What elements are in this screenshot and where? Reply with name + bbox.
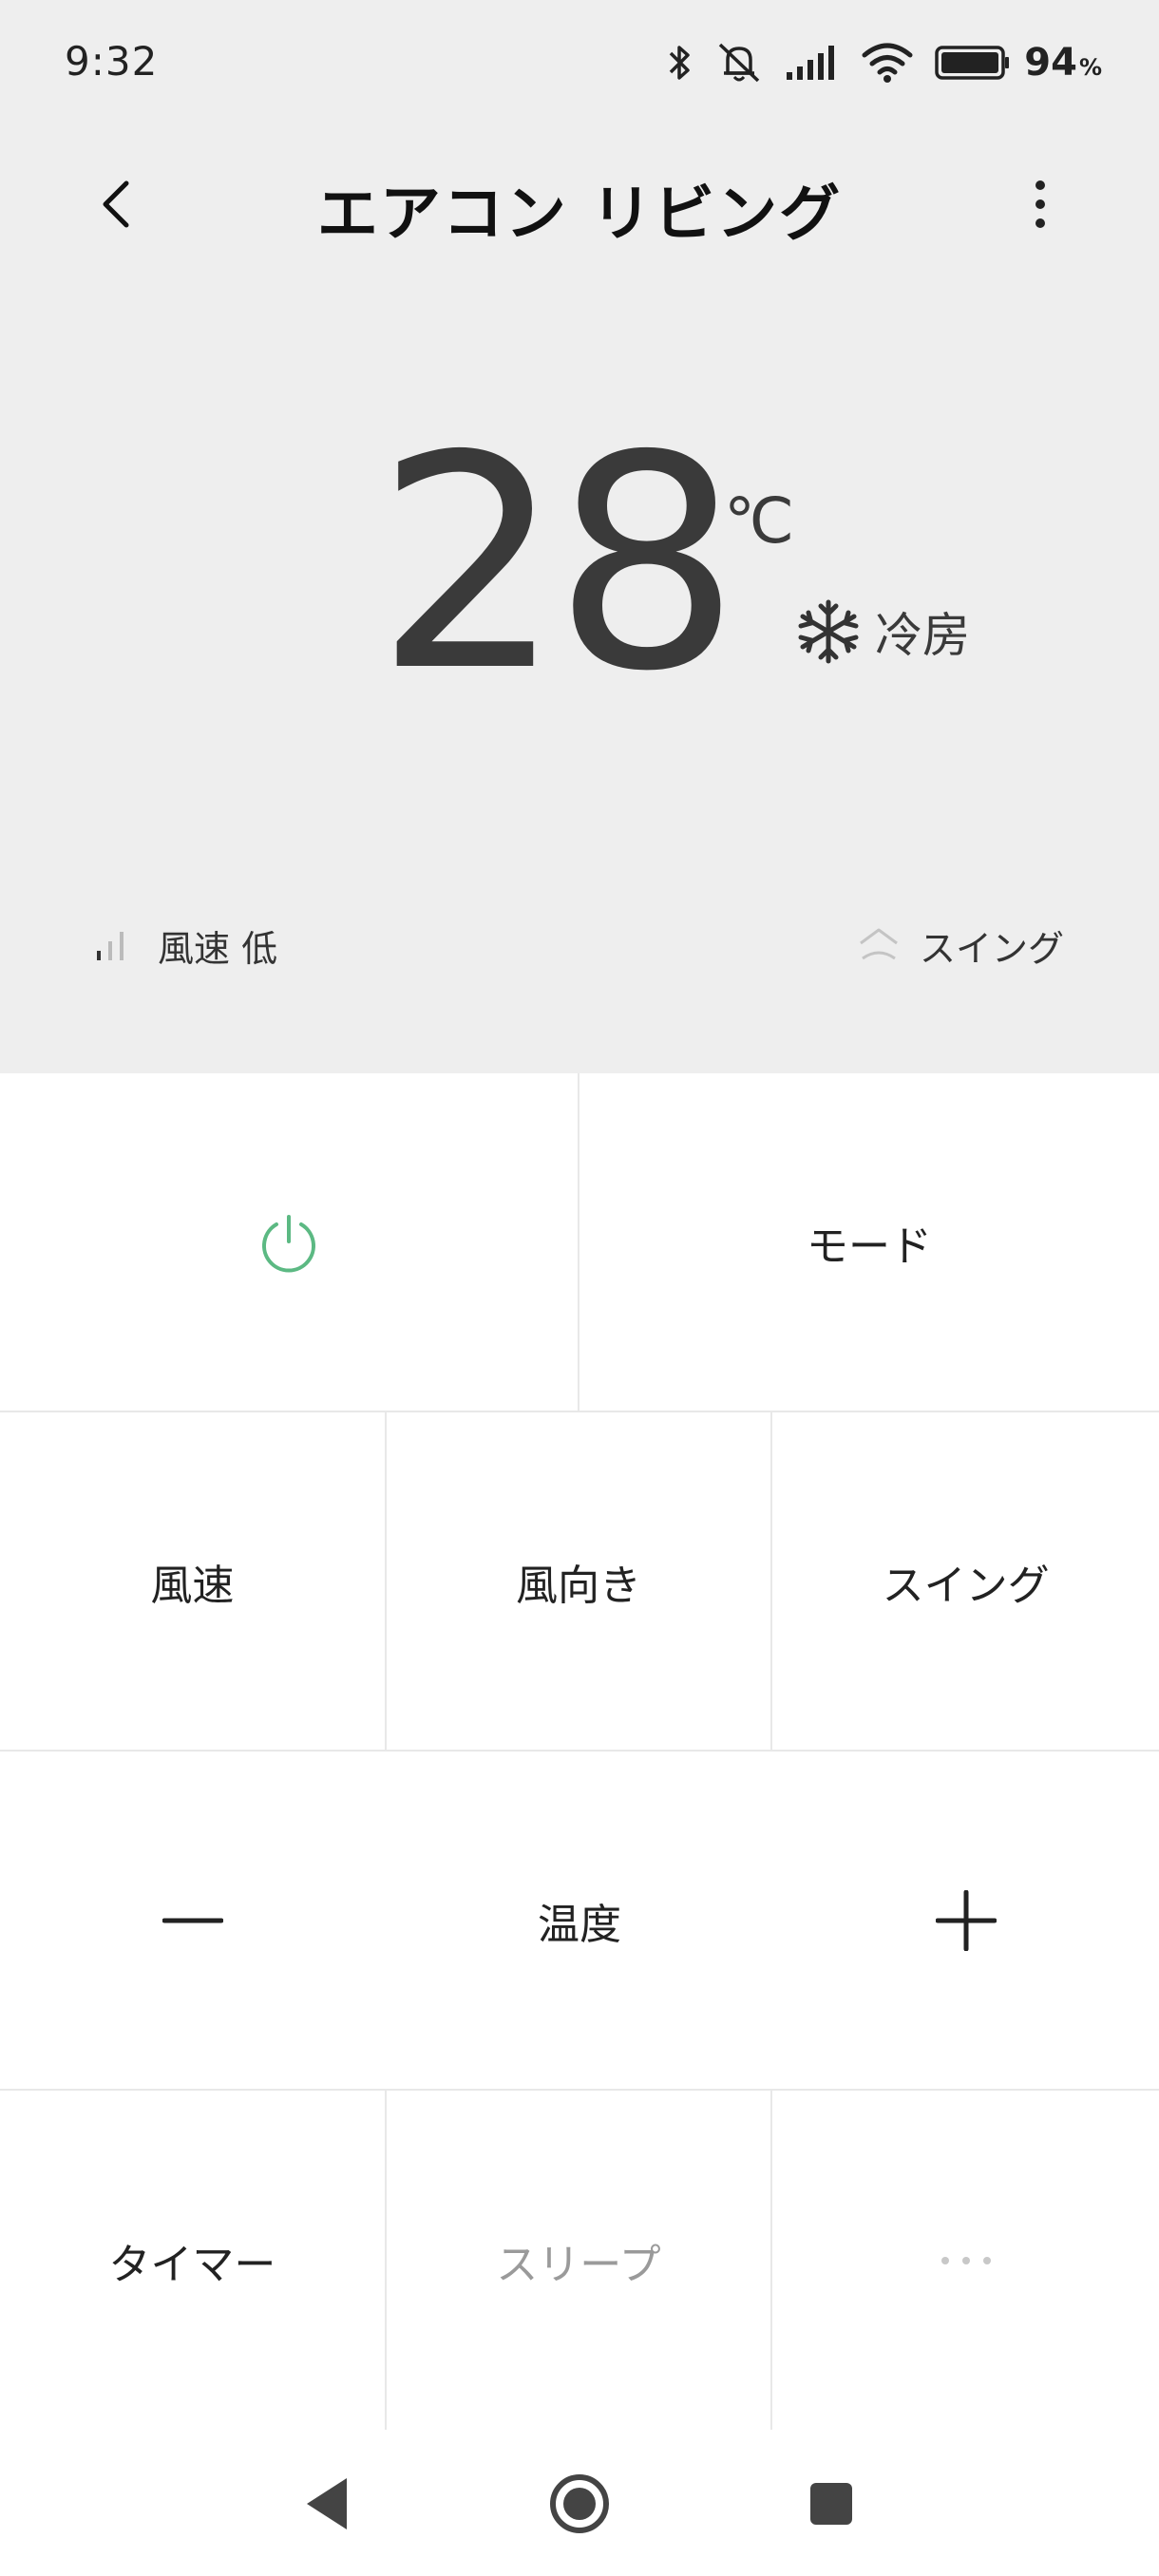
nav-back-icon: [307, 2478, 347, 2529]
wind-direction-button-label: 風向き: [515, 1561, 641, 1610]
status-bar: 9:32 94 %: [0, 0, 1159, 133]
signal-icon: [785, 44, 840, 82]
timer-button[interactable]: タイマー: [0, 2091, 387, 2430]
mode-indicator: 冷房: [793, 589, 970, 674]
swing-icon: [860, 928, 898, 960]
system-nav-bar: [0, 2432, 1159, 2576]
swing-button[interactable]: スイング: [772, 1412, 1159, 1750]
temperature-label-text: 温度: [537, 1900, 621, 1949]
temperature-up-button[interactable]: [772, 1752, 1159, 2089]
mode-button-label: モード: [807, 1222, 932, 1271]
swing-status-label: スイング: [919, 927, 1064, 970]
bluetooth-icon: [667, 42, 694, 84]
plus-icon: [935, 1889, 997, 1951]
sleep-button-label: スリープ: [496, 2240, 661, 2289]
swing-status: スイング: [857, 917, 1064, 974]
display-panel: 9:32 94 % エアコン リビング 28 ℃ 冷房 風速 低 スイング: [0, 0, 1159, 1073]
snowflake-icon: [798, 599, 859, 664]
more-horizontal-icon: [940, 2256, 991, 2264]
battery-level: 94: [1024, 41, 1077, 85]
temperature-unit: ℃: [724, 484, 795, 558]
control-row-1: モード: [0, 1073, 1159, 1412]
battery-unit: %: [1078, 54, 1102, 81]
temperature-label: 温度: [387, 1752, 773, 2089]
power-icon: [262, 1214, 315, 1272]
nav-home-icon: [550, 2474, 609, 2533]
mode-button[interactable]: モード: [580, 1073, 1159, 1411]
mode-label: 冷房: [875, 608, 970, 663]
battery-icon: [935, 45, 1011, 81]
nav-recents-icon: [810, 2483, 852, 2525]
minus-icon: [162, 1918, 224, 1923]
more-controls-button[interactable]: [772, 2091, 1159, 2430]
swing-button-label: スイング: [882, 1561, 1050, 1610]
fan-speed-status: 風速 低: [95, 917, 277, 974]
control-row-4: タイマー スリープ: [0, 2091, 1159, 2430]
wifi-icon: [861, 42, 914, 84]
signal-bars-icon: [97, 932, 124, 960]
fan-speed-status-label: 風速 低: [158, 927, 278, 970]
control-grid: モード 風速 風向き スイング 温度 タイマー スリープ: [0, 1073, 1159, 2430]
page-title: エアコン リビング: [316, 180, 843, 250]
control-row-2: 風速 風向き スイング: [0, 1412, 1159, 1752]
temperature-value: 28: [375, 393, 740, 736]
power-button[interactable]: [0, 1073, 580, 1411]
fan-speed-button-label: 風速: [150, 1561, 235, 1610]
fan-speed-button[interactable]: 風速: [0, 1412, 387, 1750]
more-options-button[interactable]: [1007, 171, 1074, 237]
control-row-3: 温度: [0, 1752, 1159, 2091]
wind-direction-button[interactable]: 風向き: [387, 1412, 773, 1750]
status-icons: 94 %: [646, 36, 1102, 89]
chevron-left-icon: [103, 180, 129, 228]
nav-home-button[interactable]: [542, 2466, 618, 2542]
timer-button-label: タイマー: [108, 2240, 276, 2289]
sleep-button[interactable]: スリープ: [387, 2091, 773, 2430]
app-header: エアコン リビング: [0, 142, 1159, 266]
temperature-down-button[interactable]: [0, 1752, 387, 2089]
nav-recents-button[interactable]: [793, 2466, 869, 2542]
status-time: 9:32: [65, 38, 159, 85]
more-vertical-icon: [1036, 180, 1045, 228]
mute-icon: [714, 41, 764, 85]
back-button[interactable]: [84, 171, 150, 237]
nav-back-button[interactable]: [290, 2466, 366, 2542]
